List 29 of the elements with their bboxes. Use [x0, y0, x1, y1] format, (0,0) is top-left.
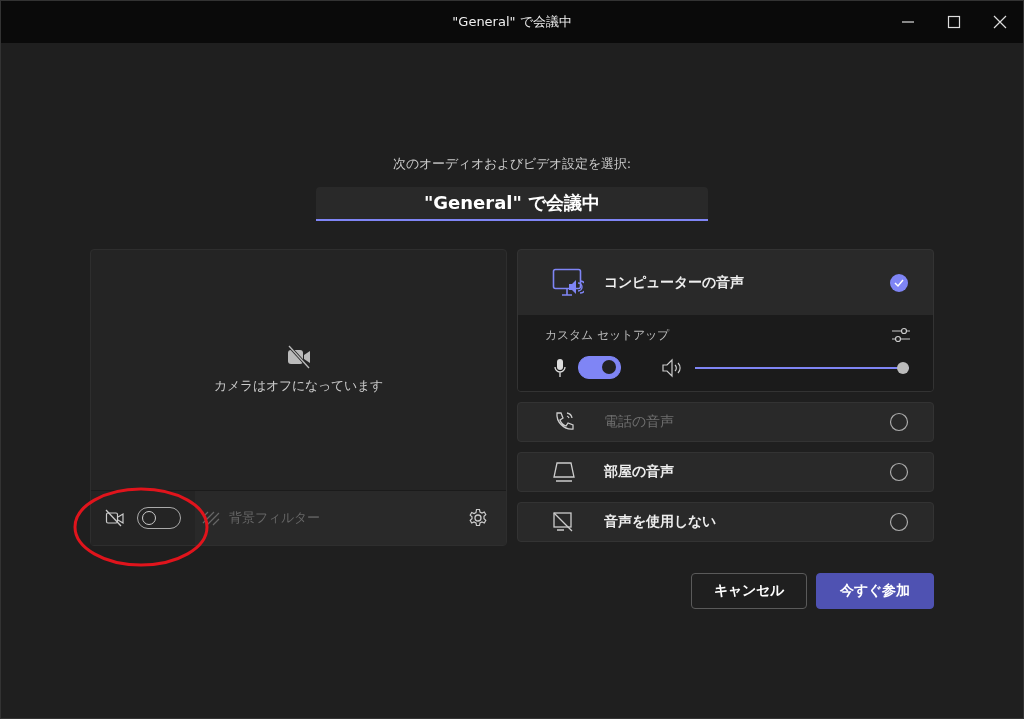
audio-option[interactable]: 音声を使用しない	[518, 503, 933, 541]
no-audio-icon	[552, 511, 574, 533]
audio-option-label: コンピューターの音声	[604, 273, 745, 292]
custom-setup-label: カスタム セットアップ	[545, 326, 669, 344]
radio-button[interactable]	[889, 512, 909, 532]
maximize-icon[interactable]	[947, 15, 961, 29]
audio-option-label: 部屋の音声	[604, 463, 675, 481]
microphone-toggle[interactable]	[578, 356, 621, 379]
audio-option[interactable]: 部屋の音声	[518, 453, 933, 491]
camera-status-text: カメラはオフになっています	[214, 377, 383, 395]
monitor-speaker-icon	[552, 267, 584, 298]
speaker-icon	[661, 357, 683, 378]
microphone-icon	[554, 357, 566, 378]
window-title: "General" で会議中	[452, 13, 572, 31]
settings-sliders-icon[interactable]	[891, 326, 911, 344]
camera-off-icon	[105, 509, 125, 527]
radio-button[interactable]	[889, 462, 909, 482]
close-icon[interactable]	[993, 15, 1007, 29]
audio-option-label: 電話の音声	[604, 413, 675, 431]
settings-icon[interactable]	[468, 508, 488, 528]
prompt-text: 次のオーディオおよびビデオ設定を選択:	[392, 155, 632, 173]
join-button[interactable]: 今すぐ参加	[816, 573, 934, 609]
background-filter-icon	[201, 509, 221, 527]
check-icon	[889, 272, 909, 293]
meeting-name-field[interactable]: "General" で会議中	[316, 187, 708, 221]
cancel-button[interactable]: キャンセル	[691, 573, 807, 609]
audio-option-label: 音声を使用しない	[604, 513, 717, 531]
room-device-icon	[552, 461, 576, 483]
camera-off-icon	[285, 345, 312, 369]
